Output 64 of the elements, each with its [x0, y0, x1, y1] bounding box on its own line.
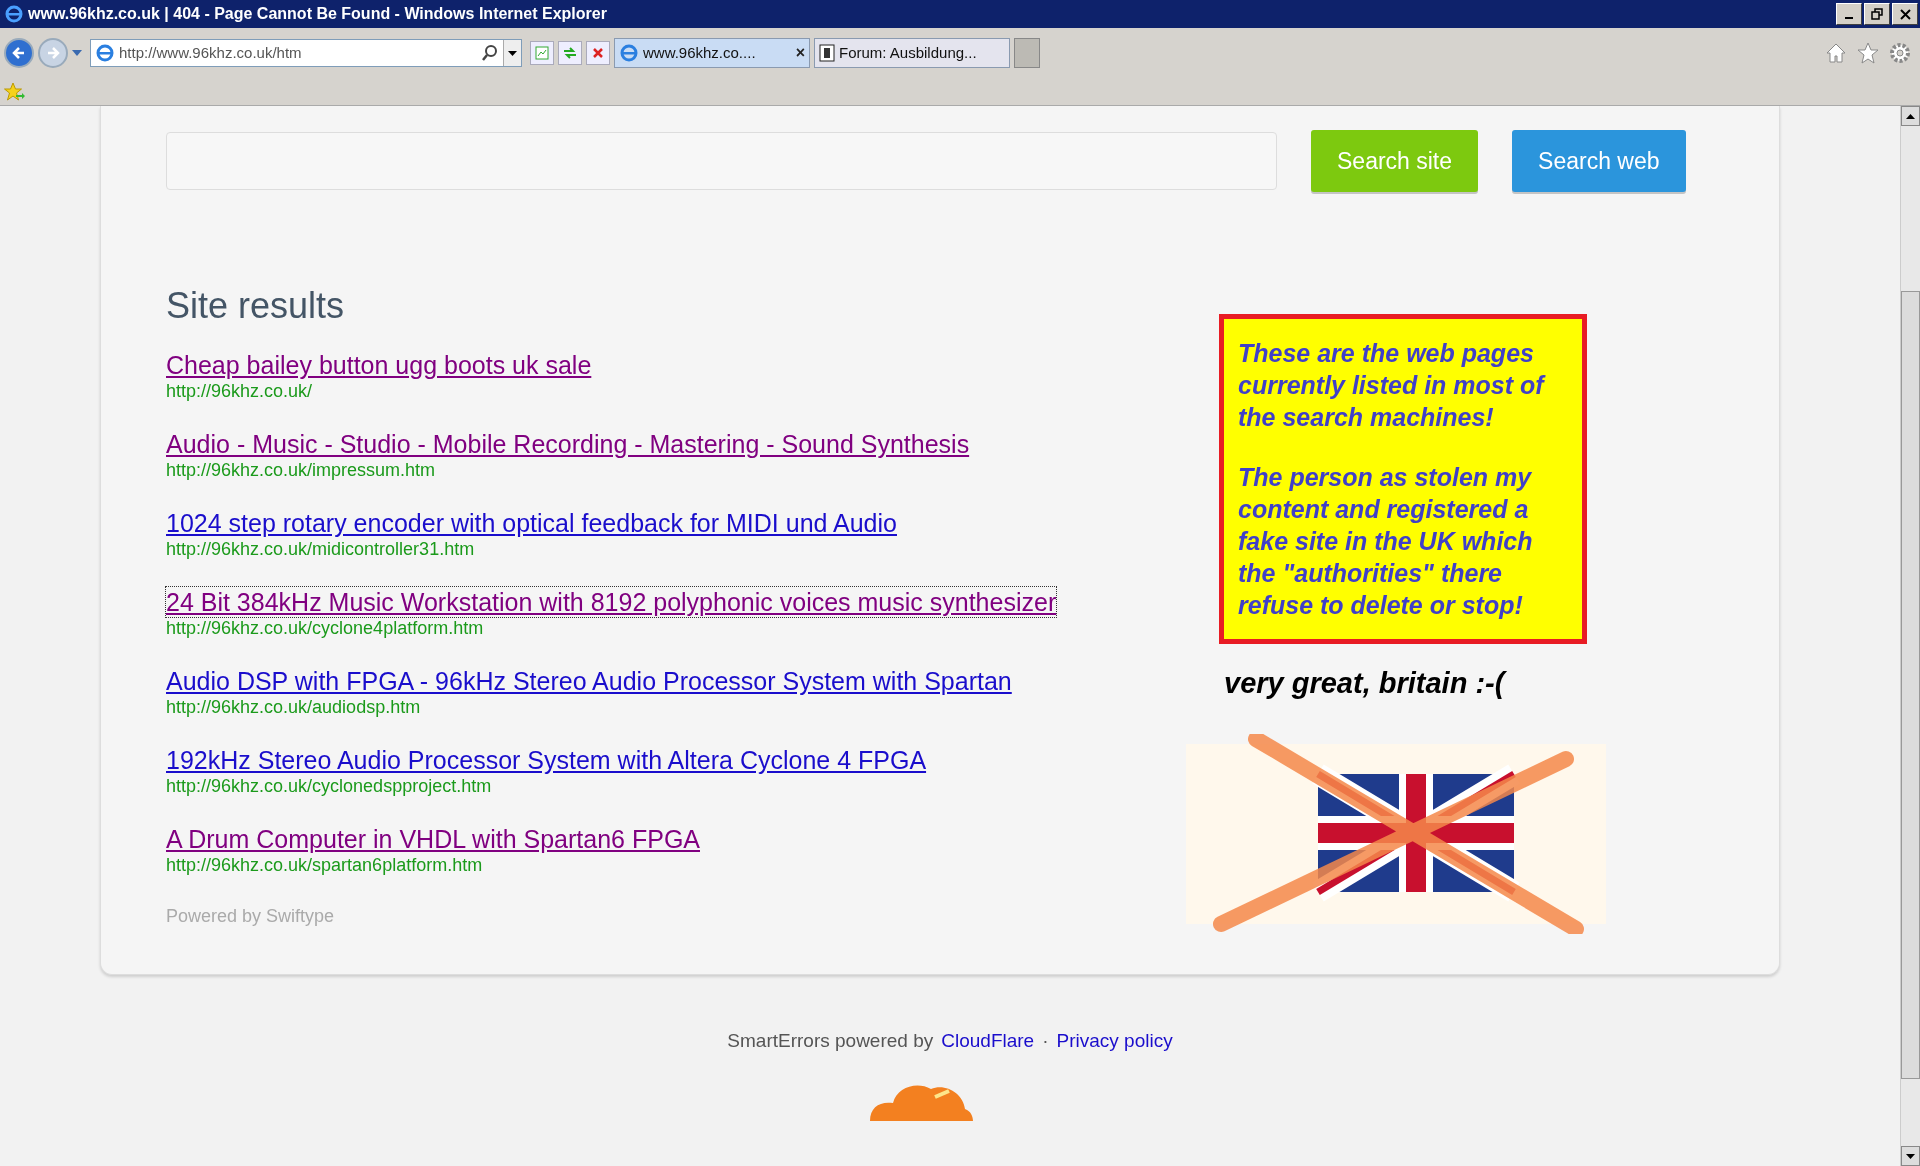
result-url: http://96khz.co.uk/midicontroller31.htm [166, 538, 475, 560]
caret-icon [508, 50, 517, 56]
dropdown-arrow-button[interactable] [503, 40, 521, 66]
powered-by-text: Powered by Swiftype [166, 905, 336, 928]
tab-close-button[interactable]: × [795, 41, 805, 65]
search-field[interactable] [166, 132, 1277, 190]
restore-icon [1871, 8, 1883, 20]
home-icon[interactable] [1824, 41, 1848, 65]
stop-button[interactable] [586, 41, 610, 65]
result-url: http://96khz.co.uk/cyclone4platform.htm [166, 617, 484, 639]
result-link[interactable]: A Drum Computer in VHDL with Spartan6 FPGA [166, 824, 700, 854]
result-link[interactable]: 192kHz Stereo Audio Processor System with Altera Cyclone 4 FPGA [166, 745, 927, 775]
notice-paragraph: The person as stolen my content and registered a fake site in the UK which the "authorities" there refuse to delete or stop! [1238, 462, 1534, 621]
close-icon [1899, 8, 1911, 20]
tab-label: www.96khz.co.... [643, 42, 756, 63]
scrollbar-thumb[interactable] [1901, 291, 1920, 1079]
result-link[interactable]: Audio - Music - Studio - Mobile Recording - Mastering - Sound Synthesis [166, 429, 970, 459]
result-link[interactable]: Audio DSP with FPGA - 96kHz Stereo Audio Processor System with Spartan [166, 666, 1012, 696]
notice-paragraph: These are the web pages currently listed in most of the search machines! [1238, 338, 1547, 433]
privacy-policy-link[interactable]: Privacy policy [1056, 1026, 1173, 1055]
minimize-icon [1845, 17, 1853, 19]
result-url: http://96khz.co.uk/cyclonedspproject.htm [166, 775, 492, 797]
footer-text: SmartErrors powered by [727, 1028, 934, 1053]
refresh-button[interactable] [558, 41, 582, 65]
minimize-button[interactable] [1836, 3, 1862, 25]
browser-tab[interactable]: www.96khz.co.... × [614, 38, 810, 68]
forward-arrow-icon [45, 45, 61, 61]
scroll-down-button[interactable] [1901, 1146, 1920, 1166]
close-button[interactable] [1892, 3, 1918, 25]
separator-dot: · [1042, 1028, 1049, 1053]
search-icon[interactable] [481, 44, 499, 62]
compatibility-button[interactable] [530, 41, 554, 65]
page-icon [819, 44, 835, 62]
down-arrow-icon [1906, 1153, 1915, 1159]
chart-page-icon [535, 46, 549, 60]
result-url: http://96khz.co.uk/impressum.htm [166, 459, 436, 481]
settings-icon[interactable] [1888, 41, 1912, 65]
back-button[interactable] [4, 38, 34, 68]
result-url: http://96khz.co.uk/ [166, 380, 313, 402]
forward-button[interactable] [38, 38, 68, 68]
scrollbar[interactable] [1900, 106, 1920, 1166]
stop-icon [592, 47, 604, 59]
window-title: www.96khz.co.uk | 404 - Page Cannot Be Found - Windows Internet Explorer [28, 4, 607, 24]
back-arrow-icon [11, 45, 27, 61]
result-url: http://96khz.co.uk/audiodsp.htm [166, 696, 421, 718]
favorites-star-icon[interactable] [4, 81, 26, 102]
section-heading: Site results [166, 284, 346, 328]
url-text: http://www.96khz.co.uk/htm [119, 42, 302, 63]
result-link[interactable]: 1024 step rotary encoder with optical feedback for MIDI und Audio [166, 508, 897, 538]
result-url: http://96khz.co.uk/spartan6platform.htm [166, 854, 483, 876]
up-arrow-icon [1906, 113, 1915, 119]
caption-text: very great, britain :-( [1224, 666, 1505, 701]
dropdown-caret-icon[interactable] [72, 50, 82, 56]
restore-button[interactable] [1864, 3, 1890, 25]
star-icon[interactable] [1856, 41, 1880, 65]
result-link[interactable]: Cheap bailey button ugg boots uk sale [166, 350, 592, 380]
new-tab-button[interactable] [1014, 38, 1040, 68]
cloudflare-link[interactable]: CloudFlare [941, 1026, 1035, 1055]
browser-tab[interactable]: Forum: Ausbildung... [814, 38, 1010, 68]
result-link[interactable]: 24 Bit 384kHz Music Workstation with 8192 polyphonic voices music synthesizer [166, 587, 1057, 617]
scroll-up-button[interactable] [1901, 106, 1920, 126]
refresh-icon [562, 46, 578, 60]
tab-label: Forum: Ausbildung... [839, 42, 977, 63]
address-bar[interactable]: http://www.96khz.co.uk/htm [90, 39, 522, 67]
